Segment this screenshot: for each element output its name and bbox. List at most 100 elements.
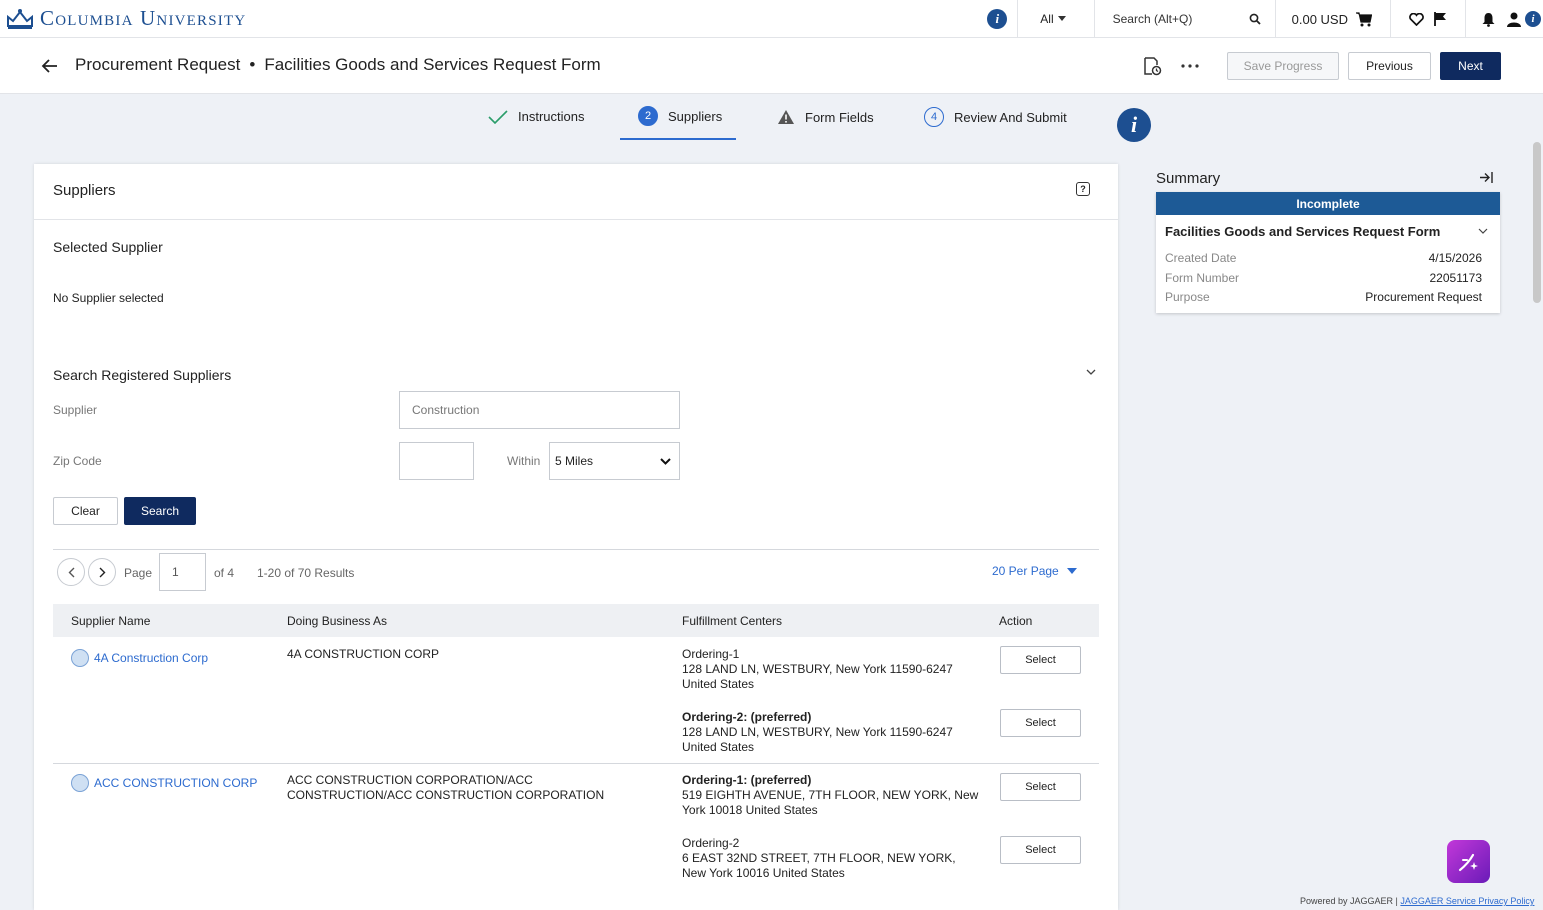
within-select[interactable]: 5 Miles <box>549 442 680 480</box>
chevron-left-icon <box>68 567 74 577</box>
summary-key: Created Date <box>1165 251 1237 265</box>
page-label: Page <box>124 566 153 580</box>
center-address: 6 EAST 32ND STREET, 7TH FLOOR, NEW YORK, <box>682 851 956 865</box>
scrollbar-thumb[interactable] <box>1533 142 1541 303</box>
zip-code-label: Zip Code <box>53 454 102 468</box>
title-separator: • <box>249 55 256 74</box>
more-options-icon[interactable] <box>1181 64 1199 68</box>
search-scope-label: All <box>1040 12 1054 26</box>
fulfillment-center: Ordering-1: (preferred) 519 EIGHTH AVENU… <box>682 773 982 818</box>
per-page-dropdown[interactable]: 20 Per Page <box>992 564 1077 578</box>
selected-supplier-title: Selected Supplier <box>53 239 163 255</box>
warning-icon <box>778 110 794 124</box>
center-title: Ordering-2 <box>682 836 740 850</box>
crown-icon <box>7 8 33 29</box>
summary-row: Created Date 4/15/2026 <box>1165 251 1482 265</box>
zip-code-input[interactable] <box>399 442 474 480</box>
privacy-policy-link[interactable]: JAGGAER Service Privacy Policy <box>1400 896 1534 906</box>
info-icon[interactable]: i <box>987 9 1008 29</box>
select-button[interactable]: Select <box>1000 709 1081 737</box>
next-page-button[interactable] <box>88 558 116 586</box>
page-title: Procurement Request • Facilities Goods and… <box>75 55 601 75</box>
global-search-input[interactable]: Search (Alt+Q) <box>1095 12 1275 26</box>
user-info-icon[interactable]: i <box>1525 11 1541 27</box>
back-arrow-icon[interactable] <box>40 56 60 76</box>
page-count: of 4 <box>214 566 235 580</box>
step-suppliers[interactable]: 2 Suppliers <box>638 106 722 126</box>
collapse-panel-icon[interactable] <box>1479 171 1493 184</box>
summary-form-name: Facilities Goods and Services Request Fo… <box>1165 224 1441 239</box>
fulfillment-center: Ordering-2: (preferred) 128 LAND LN, WES… <box>682 710 982 755</box>
brand-name: Columbia University <box>40 6 247 30</box>
step-review-submit[interactable]: 4 Review And Submit <box>924 107 1067 127</box>
supplier-link[interactable]: 4A Construction Corp <box>71 649 208 667</box>
column-header: Action <box>999 614 1033 628</box>
select-button[interactable]: Select <box>1000 646 1081 674</box>
center-country: United States <box>682 740 755 754</box>
active-step-indicator <box>620 138 736 140</box>
chevron-down-icon[interactable] <box>1086 369 1096 376</box>
assistant-button[interactable] <box>1447 840 1490 883</box>
column-header[interactable]: Doing Business As <box>287 614 387 628</box>
step-form-fields[interactable]: Form Fields <box>777 109 874 125</box>
center-country: United States <box>682 677 755 691</box>
help-icon[interactable]: ? <box>1076 182 1090 196</box>
supplier-name: 4A Construction Corp <box>94 651 209 665</box>
next-button[interactable]: Next <box>1440 52 1501 80</box>
heart-icon[interactable] <box>1409 12 1424 26</box>
cart-total: 0.00 USD <box>1291 11 1348 27</box>
table-header: Supplier Name Doing Business As Fulfillm… <box>53 604 1099 637</box>
favorites-group <box>1391 12 1465 26</box>
clear-button[interactable]: Clear <box>53 497 118 525</box>
top-bar: Columbia University i All Search (Alt+Q)… <box>0 0 1543 38</box>
user-icon[interactable] <box>1507 12 1521 27</box>
no-supplier-text: No Supplier selected <box>53 291 164 305</box>
column-header: Fulfillment Centers <box>682 614 783 628</box>
caret-down-icon <box>1057 16 1066 21</box>
within-label: Within <box>507 454 541 468</box>
summary-title: Summary <box>1156 170 1221 187</box>
supplier-link[interactable]: ACC CONSTRUCTION CORP <box>71 774 257 792</box>
search-icon[interactable] <box>1249 13 1261 25</box>
page-title-form: Facilities Goods and Services Request Fo… <box>264 55 601 74</box>
select-button[interactable]: Select <box>1000 773 1081 801</box>
page-number-input[interactable]: 1 <box>159 553 206 591</box>
search-button[interactable]: Search <box>124 497 196 525</box>
bell-icon[interactable] <box>1482 12 1495 27</box>
university-logo[interactable]: Columbia University <box>6 0 246 38</box>
search-placeholder: Search (Alt+Q) <box>1112 12 1193 26</box>
divider <box>53 549 1099 550</box>
column-header[interactable]: Supplier Name <box>71 614 150 628</box>
select-button[interactable]: Select <box>1000 836 1081 864</box>
user-group: i <box>1466 11 1543 27</box>
document-history-icon[interactable] <box>1142 56 1162 76</box>
supplier-search-input[interactable]: Construction <box>399 391 680 429</box>
table-row: 4A Construction Corp 4A CONSTRUCTION COR… <box>53 637 1099 763</box>
status-badge: Incomplete <box>1156 192 1500 215</box>
step-instructions[interactable]: Instructions <box>488 109 584 124</box>
chevron-down-icon[interactable] <box>1478 228 1488 234</box>
flag-icon[interactable] <box>1434 12 1447 26</box>
prev-page-button[interactable] <box>57 558 85 586</box>
save-progress-button[interactable]: Save Progress <box>1227 52 1339 80</box>
results-count: 1-20 of 70 Results <box>257 566 355 580</box>
cart-button[interactable]: 0.00 USD <box>1276 12 1390 27</box>
center-address: 128 LAND LN, WESTBURY, New York 11590-62… <box>682 662 953 676</box>
center-title: Ordering-1 <box>682 647 740 661</box>
summary-key: Purpose <box>1165 290 1210 304</box>
search-scope-dropdown[interactable]: All <box>1018 12 1093 26</box>
fulfillment-center: Ordering-2 6 EAST 32ND STREET, 7TH FLOOR… <box>682 836 982 881</box>
summary-card: Incomplete Facilities Goods and Services… <box>1156 192 1500 313</box>
center-title: Ordering-1: (preferred) <box>682 773 812 787</box>
center-address: 519 EIGHTH AVENUE, 7TH FLOOR, NEW YORK, … <box>682 788 979 802</box>
panel-header: Suppliers ? <box>34 164 1118 220</box>
page-header: Procurement Request • Facilities Goods and… <box>0 38 1543 94</box>
info-icon[interactable]: i <box>1117 108 1151 142</box>
summary-row: Form Number 22051173 <box>1165 271 1482 285</box>
cart-icon <box>1356 11 1372 26</box>
search-suppliers-title: Search Registered Suppliers <box>53 367 232 383</box>
center-country: York 10018 United States <box>682 803 818 817</box>
previous-button[interactable]: Previous <box>1348 52 1431 80</box>
center-title: Ordering-2: (preferred) <box>682 710 812 724</box>
suppliers-panel: Suppliers ? Selected Supplier No Supplie… <box>34 164 1118 910</box>
